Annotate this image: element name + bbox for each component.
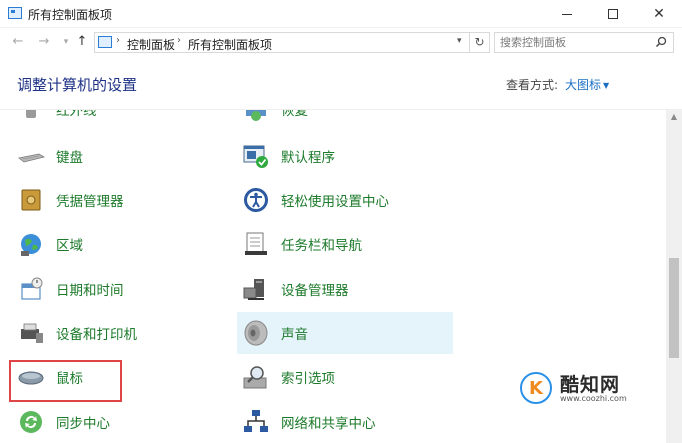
- item-region[interactable]: 区域: [12, 223, 228, 265]
- page-header: 调整计算机的设置 查看方式: 大图标 ▼: [0, 56, 682, 110]
- item-label: 轻松使用设置中心: [281, 194, 389, 210]
- item-infrared[interactable]: 红外线: [12, 110, 228, 130]
- search-icon[interactable]: [655, 36, 667, 48]
- refresh-button[interactable]: ↻: [470, 32, 490, 53]
- item-label: 凭据管理器: [56, 194, 124, 210]
- minimize-button[interactable]: [544, 0, 590, 28]
- close-icon: ✕: [653, 6, 665, 22]
- taskbar-icon: [241, 229, 271, 259]
- default-programs-icon: [241, 141, 271, 171]
- infrared-icon: [16, 110, 46, 124]
- device-manager-icon: [241, 274, 271, 304]
- minimize-icon: [562, 13, 572, 15]
- recent-locations-button[interactable]: ▾: [58, 33, 74, 51]
- item-label: 设备和打印机: [56, 327, 137, 343]
- item-sound[interactable]: 声音: [237, 312, 453, 354]
- item-label: 同步中心: [56, 416, 110, 432]
- sync-icon: [16, 407, 46, 437]
- item-taskbar-navigation[interactable]: 任务栏和导航: [237, 223, 453, 265]
- item-network-sharing[interactable]: 网络和共享中心: [237, 401, 453, 443]
- item-keyboard[interactable]: 键盘: [12, 135, 228, 177]
- item-label: 声音: [281, 327, 308, 343]
- item-label: 区域: [56, 238, 83, 254]
- watermark-name: 酷知网: [560, 374, 621, 396]
- item-label: 设备管理器: [281, 283, 349, 299]
- item-devices-printers[interactable]: 设备和打印机: [12, 312, 228, 354]
- page-title: 调整计算机的设置: [17, 76, 138, 94]
- breadcrumb-separator-icon[interactable]: ›: [177, 35, 181, 46]
- maximize-icon: [608, 9, 618, 19]
- window-title: 所有控制面板项: [28, 8, 113, 22]
- item-label: 键盘: [56, 150, 83, 166]
- safe-icon: [16, 185, 46, 215]
- keyboard-icon: [16, 141, 46, 171]
- item-default-programs[interactable]: 默认程序: [237, 135, 453, 177]
- address-dropdown-icon[interactable]: ▾: [457, 36, 462, 46]
- item-label: 索引选项: [281, 371, 335, 387]
- item-credential-manager[interactable]: 凭据管理器: [12, 179, 228, 221]
- scroll-thumb[interactable]: [669, 258, 679, 358]
- mouse-highlight-box: [9, 360, 122, 402]
- breadcrumb-all-items[interactable]: 所有控制面板项: [188, 36, 272, 53]
- item-label: 红外线: [56, 110, 97, 119]
- view-by-dropdown[interactable]: 大图标 ▼: [565, 76, 609, 93]
- breadcrumb-control-panel[interactable]: 控制面板: [127, 36, 175, 53]
- item-sync-center[interactable]: 同步中心: [12, 401, 228, 443]
- item-ease-of-access[interactable]: 轻松使用设置中心: [237, 179, 453, 221]
- maximize-button[interactable]: [590, 0, 636, 28]
- forward-button[interactable]: →: [36, 33, 52, 51]
- title-bar: 所有控制面板项 ✕: [0, 0, 682, 28]
- item-label: 任务栏和导航: [281, 238, 362, 254]
- back-button[interactable]: ←: [10, 33, 26, 51]
- printer-icon: [16, 318, 46, 348]
- search-input[interactable]: [495, 33, 651, 52]
- control-panel-icon: [8, 7, 22, 19]
- view-by-label: 查看方式:: [506, 78, 559, 92]
- watermark-logo-icon: K: [520, 372, 552, 404]
- calendar-clock-icon: [16, 274, 46, 304]
- item-label: 默认程序: [281, 150, 335, 166]
- watermark: K 酷知网 www.coozhi.com: [520, 368, 670, 408]
- search-box[interactable]: [494, 32, 674, 53]
- item-label: 网络和共享中心: [281, 416, 376, 432]
- item-label: 日期和时间: [56, 283, 124, 299]
- item-date-time[interactable]: 日期和时间: [12, 268, 228, 310]
- address-bar[interactable]: › 控制面板 › 所有控制面板项 ▾: [94, 32, 470, 53]
- indexing-icon: [241, 362, 271, 392]
- control-panel-icon: [98, 36, 112, 48]
- scroll-up-icon[interactable]: ▲: [666, 112, 682, 124]
- accessibility-icon: [241, 185, 271, 215]
- view-by-value: 大图标: [565, 78, 602, 92]
- item-label: 恢复: [281, 110, 308, 119]
- up-button[interactable]: ↑: [74, 33, 90, 51]
- item-indexing-options[interactable]: 索引选项: [237, 356, 453, 398]
- item-device-manager[interactable]: 设备管理器: [237, 268, 453, 310]
- network-icon: [241, 407, 271, 437]
- close-button[interactable]: ✕: [636, 0, 682, 28]
- breadcrumb-separator-icon[interactable]: ›: [116, 35, 120, 46]
- globe-icon: [16, 229, 46, 259]
- watermark-url: www.coozhi.com: [560, 394, 627, 403]
- chevron-down-icon: ▼: [603, 81, 610, 90]
- refresh-icon: ↻: [474, 35, 485, 49]
- recovery-icon: [241, 110, 271, 124]
- speaker-icon: [241, 318, 271, 348]
- item-recovery[interactable]: 恢复: [237, 110, 453, 130]
- navigation-bar: ← → ▾ ↑ › 控制面板 › 所有控制面板项 ▾ ↻: [0, 28, 682, 56]
